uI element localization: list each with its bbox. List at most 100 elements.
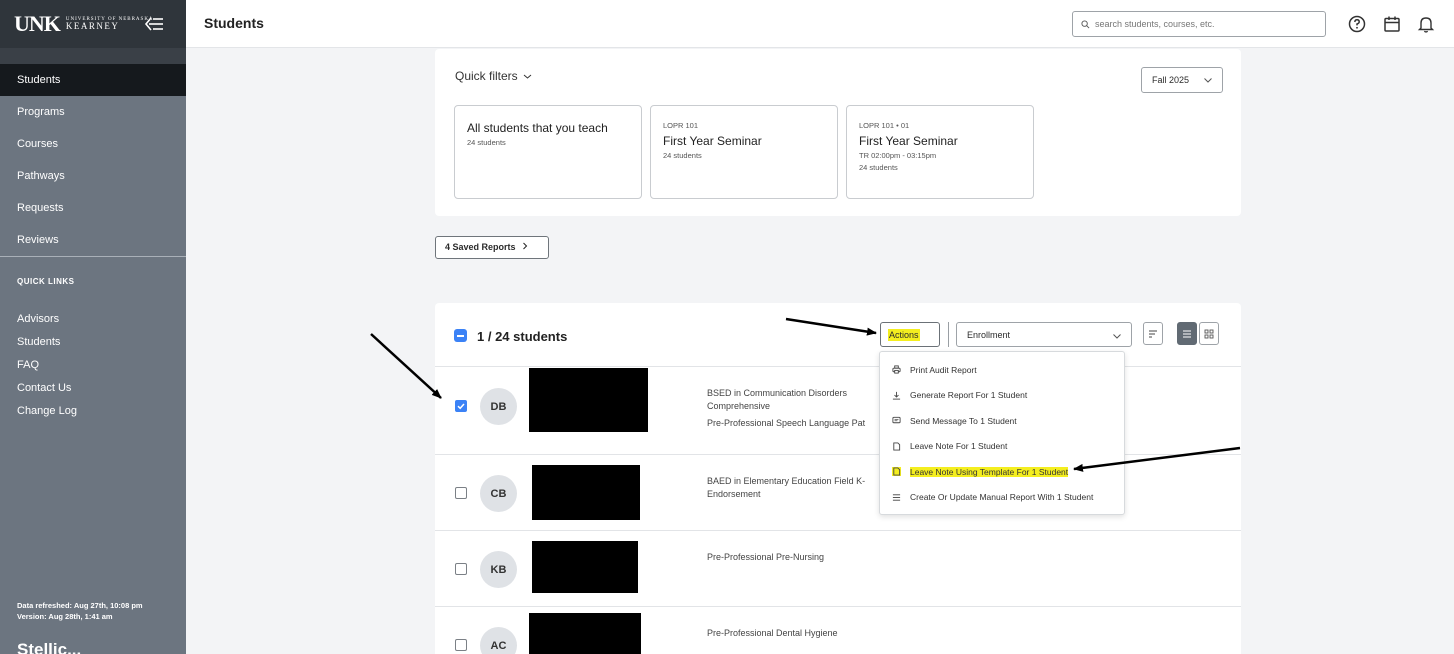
actions-label: Actions (888, 329, 920, 341)
toolbar-divider (948, 322, 949, 347)
sidebar-item-courses[interactable]: Courses (0, 128, 186, 160)
quick-filter-card-section[interactable]: LOPR 101 • 01 First Year Seminar TR 02:0… (846, 105, 1034, 199)
menu-item-leave-note-template[interactable]: Leave Note Using Template For 1 Student (880, 459, 1124, 485)
search-box[interactable] (1072, 11, 1326, 37)
row-checkbox[interactable] (455, 487, 467, 499)
quick-filter-card-all[interactable]: All students that you teach 24 students (454, 105, 642, 199)
sidebar-footer: Data refreshed: Aug 27th, 10:08 pm Versi… (17, 600, 143, 622)
quick-filters-toggle[interactable]: Quick filters (455, 69, 532, 83)
quick-link-students[interactable]: Students (0, 330, 186, 353)
card-title: First Year Seminar (859, 134, 958, 148)
enrollment-select-value: Enrollment (967, 330, 1011, 340)
sidebar: UNK UNIVERSITY OF NEBRASKA KEARNEY Stude… (0, 0, 186, 654)
calendar-icon[interactable] (1382, 14, 1402, 34)
saved-reports-button[interactable]: 4 Saved Reports (435, 236, 549, 259)
chevron-right-icon (523, 242, 528, 250)
search-icon (1081, 19, 1090, 28)
sidebar-item-programs[interactable]: Programs (0, 96, 186, 128)
stellic-brand: Stellic... (17, 640, 82, 654)
menu-item-generate-report[interactable]: Generate Report For 1 Student (880, 383, 1124, 409)
chevron-down-icon (523, 74, 532, 79)
sidebar-item-requests[interactable]: Requests (0, 192, 186, 224)
note-template-icon (892, 467, 901, 477)
menu-item-label: Send Message To 1 Student (910, 415, 1017, 426)
quick-link-faq[interactable]: FAQ (0, 353, 186, 376)
redacted-name (529, 613, 641, 654)
card-course-code: LOPR 101 (663, 121, 699, 130)
version-text: Version: Aug 28th, 1:41 am (17, 612, 113, 621)
enrollment-select[interactable]: Enrollment (956, 322, 1132, 347)
select-all-checkbox[interactable] (454, 329, 467, 342)
menu-item-label: Leave Note Using Template For 1 Student (910, 466, 1069, 477)
sidebar-item-pathways[interactable]: Pathways (0, 160, 186, 192)
sort-button[interactable] (1143, 322, 1163, 345)
redacted-name (532, 541, 638, 593)
avatar: AC (480, 627, 517, 654)
quick-link-advisors[interactable]: Advisors (0, 307, 186, 330)
download-icon (892, 391, 901, 400)
top-bar: Students (186, 0, 1454, 48)
card-course-code: LOPR 101 • 01 (859, 121, 910, 130)
saved-reports-label: 4 Saved Reports (445, 242, 516, 252)
actions-button[interactable]: Actions (880, 322, 940, 347)
student-row[interactable]: AC Pre-Professional Dental Hygiene (435, 607, 1241, 654)
message-icon (892, 417, 901, 424)
quick-link-contact-us[interactable]: Contact Us (0, 376, 186, 399)
redacted-name (532, 465, 640, 520)
student-programs: BAED in Elementary Education Field K- En… (707, 476, 866, 499)
collapse-sidebar-icon[interactable] (143, 14, 165, 34)
student-row[interactable]: KB Pre-Professional Pre-Nursing (435, 531, 1241, 607)
list-view-button[interactable] (1177, 322, 1197, 345)
grid-view-button[interactable] (1199, 322, 1219, 345)
student-programs: Pre-Professional Dental Hygiene (707, 628, 838, 638)
brand-bar: UNK UNIVERSITY OF NEBRASKA KEARNEY (0, 0, 186, 48)
term-select-value: Fall 2025 (1152, 75, 1190, 85)
grid-view-icon (1204, 329, 1214, 338)
card-time: TR 02:00pm - 03:15pm (859, 151, 937, 160)
row-checkbox[interactable] (455, 400, 467, 412)
avatar: CB (480, 475, 517, 512)
card-count: 24 students (859, 163, 898, 172)
quick-links-list: Advisors Students FAQ Contact Us Change … (0, 299, 186, 422)
menu-item-label: Create Or Update Manual Report With 1 St… (910, 492, 1094, 503)
term-select[interactable]: Fall 2025 (1141, 67, 1223, 93)
quick-filters-panel: Quick filters Fall 2025 All students tha… (435, 49, 1241, 216)
search-input[interactable] (1095, 19, 1295, 29)
actions-menu: Print Audit Report Generate Report For 1… (879, 351, 1125, 515)
data-refreshed-text: Data refreshed: Aug 27th, 10:08 pm (17, 601, 143, 610)
checkmark-icon (457, 403, 465, 410)
quick-filter-card-course[interactable]: LOPR 101 First Year Seminar 24 students (650, 105, 838, 199)
menu-item-leave-note[interactable]: Leave Note For 1 Student (880, 434, 1124, 460)
sidebar-nav: Students Programs Courses Pathways Reque… (0, 64, 186, 256)
quick-links-heading: QUICK LINKS (17, 277, 75, 286)
printer-icon (892, 365, 901, 374)
university-logo[interactable]: UNK UNIVERSITY OF NEBRASKA KEARNEY (14, 11, 154, 37)
redacted-name (529, 368, 648, 432)
menu-item-print-audit-report[interactable]: Print Audit Report (880, 357, 1124, 383)
note-icon (893, 442, 901, 451)
avatar: DB (480, 388, 517, 425)
row-checkbox[interactable] (455, 639, 467, 651)
quick-link-change-log[interactable]: Change Log (0, 399, 186, 422)
bell-icon[interactable] (1416, 14, 1436, 34)
sort-icon (1149, 330, 1157, 337)
menu-item-label: Leave Note For 1 Student (910, 441, 1008, 452)
help-icon[interactable] (1347, 14, 1367, 34)
chevron-down-icon (1113, 334, 1121, 339)
menu-item-send-message[interactable]: Send Message To 1 Student (880, 408, 1124, 434)
arrow-to-checkbox (370, 333, 442, 399)
card-title: First Year Seminar (663, 134, 762, 148)
student-programs: Pre-Professional Pre-Nursing (707, 552, 825, 562)
card-count: 24 students (663, 151, 702, 160)
menu-item-manual-report[interactable]: Create Or Update Manual Report With 1 St… (880, 485, 1124, 511)
menu-item-label: Print Audit Report (910, 364, 977, 375)
student-programs: BSED in Communication Disorders Comprehe… (707, 388, 866, 428)
row-checkbox[interactable] (455, 563, 467, 575)
chevron-down-icon (1204, 78, 1212, 83)
logo-big-text: KEARNEY (65, 21, 120, 31)
sidebar-item-reviews[interactable]: Reviews (0, 224, 186, 256)
page-title: Students (204, 15, 264, 31)
card-count: 24 students (467, 138, 506, 147)
card-title: All students that you teach (467, 121, 608, 135)
sidebar-item-students[interactable]: Students (0, 64, 186, 96)
